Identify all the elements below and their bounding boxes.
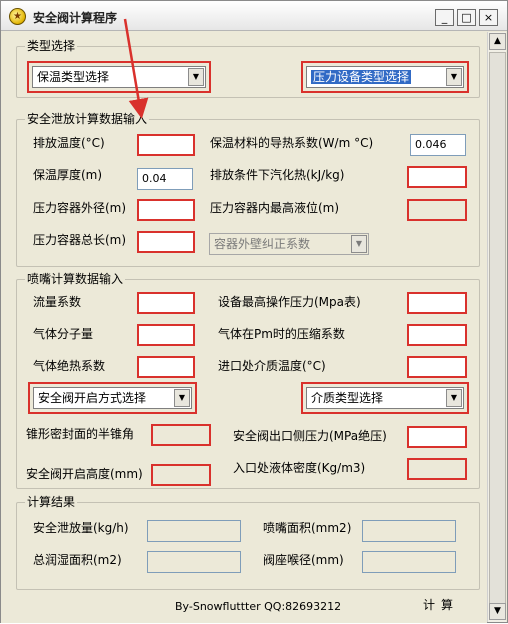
vessel-length-input[interactable]: [137, 231, 195, 253]
app-icon: ★: [9, 8, 26, 25]
close-button[interactable]: ×: [479, 9, 498, 26]
liquid-density-input[interactable]: [407, 458, 467, 480]
type-selection-group: 类型选择 保温类型选择 ▼ 压力设备类型选择 ▼: [16, 39, 480, 98]
relief-amount-label: 安全泄放量(kg/h): [33, 521, 129, 535]
maximize-button[interactable]: □: [457, 9, 476, 26]
cone-half-angle-label: 锥形密封面的半锥角: [26, 427, 135, 441]
minimize-button[interactable]: _: [435, 9, 454, 26]
medium-type-select[interactable]: 介质类型选择 ▼: [301, 382, 469, 414]
vaporization-heat-input[interactable]: [407, 166, 467, 188]
vessel-od-label: 压力容器外径(m): [33, 201, 127, 215]
flow-coefficient-label: 流量系数: [33, 295, 82, 309]
max-operating-pressure-input[interactable]: [407, 292, 467, 314]
thermal-conductivity-input[interactable]: 0.046: [410, 134, 466, 156]
wall-correction-select-value: 容器外壁纠正系数: [214, 237, 311, 251]
pressure-equipment-select-value: 压力设备类型选择: [311, 70, 412, 84]
vessel-length-label: 压力容器总长(m): [33, 233, 127, 247]
open-height-input[interactable]: [151, 464, 211, 486]
type-selection-legend: 类型选择: [25, 39, 78, 53]
vaporization-heat-label: 排放条件下汽化热(kJ/kg): [210, 168, 345, 182]
scroll-down-icon[interactable]: ▼: [489, 603, 506, 620]
pressure-equipment-select[interactable]: 压力设备类型选择 ▼: [301, 61, 469, 93]
outlet-pressure-input[interactable]: [407, 426, 467, 448]
relief-amount-output: [147, 520, 241, 542]
inlet-temp-input[interactable]: [407, 356, 467, 378]
outlet-pressure-label: 安全阀出口侧压力(MPa绝压): [233, 429, 387, 443]
flow-coefficient-input[interactable]: [137, 292, 195, 314]
results-legend: 计算结果: [25, 495, 78, 509]
relief-input-group: 安全泄放计算数据输入 排放温度(°C) 保温材料的导热系数(W/m °C) 0.…: [16, 112, 480, 267]
insulation-type-select[interactable]: 保温类型选择 ▼: [27, 61, 211, 93]
seat-throat-output: [362, 551, 456, 573]
title-bar[interactable]: ★ 安全阀计算程序 _ □ ×: [1, 1, 507, 31]
wall-correction-select[interactable]: 容器外壁纠正系数 ▼: [209, 233, 369, 255]
relief-input-legend: 安全泄放计算数据输入: [25, 112, 150, 126]
results-group: 计算结果 安全泄放量(kg/h) 喷嘴面积(mm2) 总润湿面积(m2) 阀座喉…: [16, 495, 480, 590]
compressibility-label: 气体在Pm时的压缩系数: [218, 327, 345, 341]
client-area: 类型选择 保温类型选择 ▼ 压力设备类型选择 ▼ 安全泄放计算数据输入 排放温度…: [1, 32, 487, 623]
max-liquid-level-label: 压力容器内最高液位(m): [210, 201, 340, 215]
seat-throat-label: 阀座喉径(mm): [263, 553, 344, 567]
wetted-area-label: 总润湿面积(m2): [33, 553, 122, 567]
app-window: ★ 安全阀计算程序 _ □ × 类型选择 保温类型选择 ▼ 压力设备类型选择 ▼…: [0, 0, 508, 623]
vessel-od-input[interactable]: [137, 199, 195, 221]
window-title: 安全阀计算程序: [33, 11, 118, 25]
scrollbar-thumb[interactable]: [489, 52, 506, 604]
molecular-weight-label: 气体分子量: [33, 327, 94, 341]
chevron-down-icon[interactable]: ▼: [446, 68, 462, 86]
calculate-button[interactable]: 计算: [423, 596, 459, 613]
nozzle-input-legend: 喷嘴计算数据输入: [25, 272, 126, 286]
discharge-temp-label: 排放温度(°C): [33, 136, 105, 150]
scroll-up-icon[interactable]: ▲: [489, 33, 506, 50]
max-operating-pressure-label: 设备最高操作压力(Mpa表): [218, 295, 361, 309]
nozzle-area-label: 喷嘴面积(mm2): [263, 521, 352, 535]
wetted-area-output: [147, 551, 241, 573]
nozzle-area-output: [362, 520, 456, 542]
nozzle-input-group: 喷嘴计算数据输入 流量系数 设备最高操作压力(Mpa表) 气体分子量 气体在Pm…: [16, 272, 480, 489]
chevron-down-icon[interactable]: ▼: [351, 235, 367, 253]
thermal-conductivity-label: 保温材料的导热系数(W/m °C): [210, 136, 374, 150]
liquid-density-label: 入口处液体密度(Kg/m3): [233, 461, 366, 475]
insulation-thickness-input[interactable]: 0.04: [137, 168, 193, 190]
insulation-type-select-value: 保温类型选择: [37, 70, 110, 84]
chevron-down-icon[interactable]: ▼: [446, 389, 462, 407]
vertical-scrollbar[interactable]: ▲ ▼: [487, 32, 506, 622]
cone-half-angle-input[interactable]: [151, 424, 211, 446]
adiabatic-coef-label: 气体绝热系数: [33, 359, 106, 373]
open-mode-select-value: 安全阀开启方式选择: [38, 391, 147, 405]
chevron-down-icon[interactable]: ▼: [174, 389, 190, 407]
chevron-down-icon[interactable]: ▼: [188, 68, 204, 86]
medium-type-select-value: 介质类型选择: [311, 391, 384, 405]
open-height-label: 安全阀开启高度(mm): [26, 467, 143, 481]
credit-text: By-Snowfluttter QQ:82693212: [175, 600, 342, 613]
molecular-weight-input[interactable]: [137, 324, 195, 346]
insulation-thickness-label: 保温厚度(m): [33, 168, 103, 182]
open-mode-select[interactable]: 安全阀开启方式选择 ▼: [28, 382, 197, 414]
max-liquid-level-input[interactable]: [407, 199, 467, 221]
adiabatic-coef-input[interactable]: [137, 356, 195, 378]
inlet-temp-label: 进口处介质温度(°C): [218, 359, 326, 373]
discharge-temp-input[interactable]: [137, 134, 195, 156]
compressibility-input[interactable]: [407, 324, 467, 346]
